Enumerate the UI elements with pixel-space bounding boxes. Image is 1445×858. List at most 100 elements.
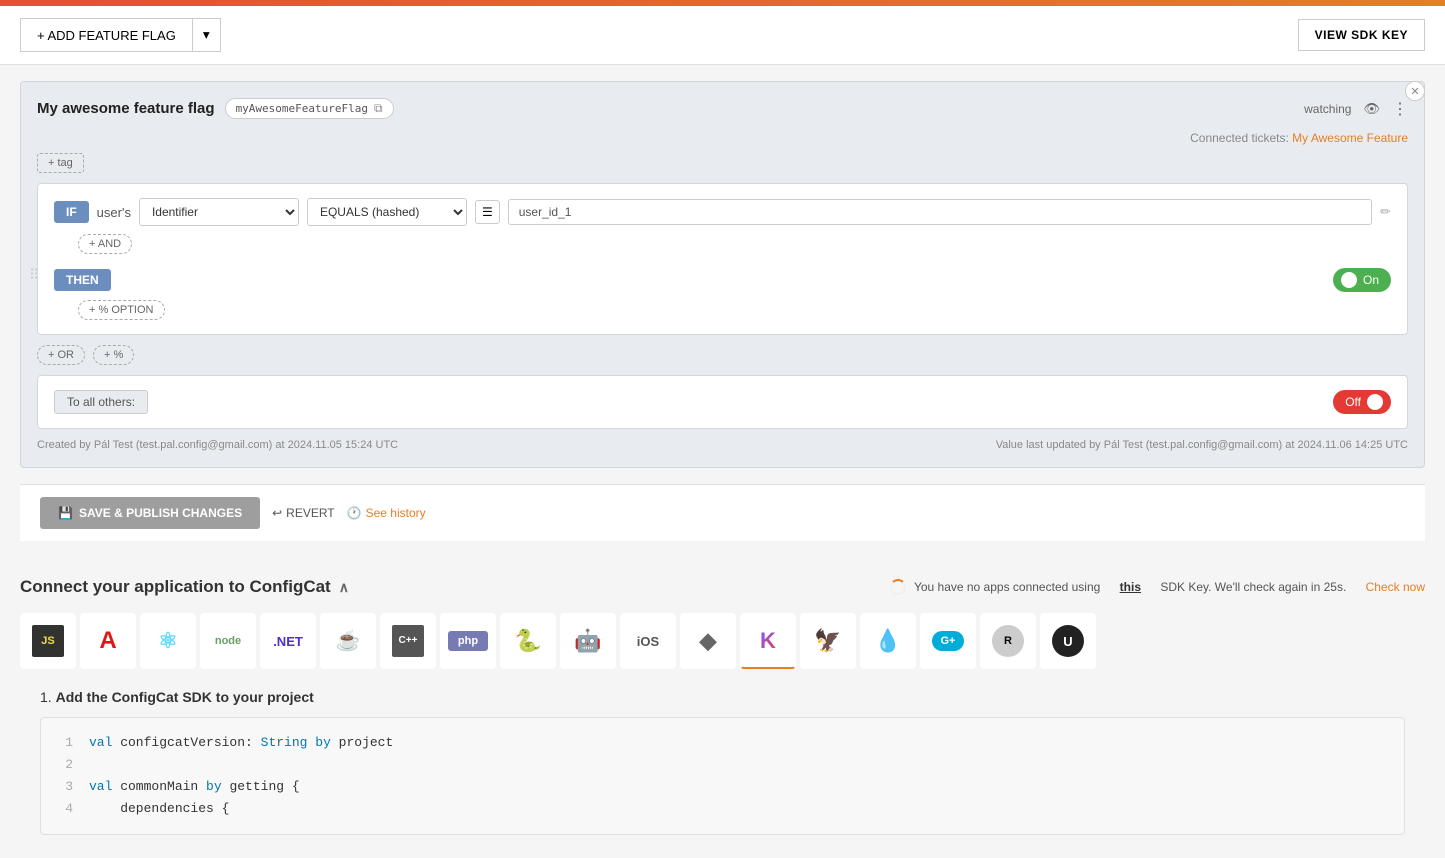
sdk-tab-dart[interactable]: ◆ xyxy=(680,613,736,669)
connected-tickets: Connected tickets: My Awesome Feature xyxy=(37,131,1408,145)
sdk-key-link[interactable]: this xyxy=(1120,580,1141,594)
sdk-tab-ios[interactable]: iOS xyxy=(620,613,676,669)
list-icon-button[interactable]: ☰ xyxy=(475,200,500,224)
revert-button[interactable]: ↩ REVERT xyxy=(272,506,335,520)
others-block: To all others: Off xyxy=(37,375,1408,429)
sdk-tab-android[interactable]: 🤖 xyxy=(560,613,616,669)
if-badge: IF xyxy=(54,201,89,223)
more-options-icon[interactable]: ⋮ xyxy=(1392,99,1408,119)
php-icon: php xyxy=(448,631,488,651)
code-line: 2 xyxy=(57,754,1388,776)
add-tag-button[interactable]: + tag xyxy=(37,153,84,173)
add-flag-button[interactable]: + ADD FEATURE FLAG xyxy=(20,18,193,52)
java-icon: ☕ xyxy=(336,631,361,651)
check-now-link[interactable]: Check now xyxy=(1366,580,1425,594)
sdk-tab-react[interactable]: ⚛ xyxy=(140,613,196,669)
add-or-button[interactable]: + OR xyxy=(37,345,85,365)
rule-row: IF user's Identifier EQUALS (hashed) ☰ ✏ xyxy=(54,198,1391,226)
swift-icon: 🦅 xyxy=(814,630,841,652)
drag-handle[interactable]: ⠿ xyxy=(29,266,39,283)
connect-section: Connect your application to ConfigCat ∧ … xyxy=(0,557,1445,835)
cpp-icon: C++ xyxy=(392,625,424,657)
dotnet-icon: .NET xyxy=(273,635,303,648)
flag-header: My awesome feature flag myAwesomeFeature… xyxy=(37,98,1408,119)
sdk-tab-dotnet[interactable]: .NET xyxy=(260,613,316,669)
history-icon: 🕐 xyxy=(347,506,362,520)
sdk-tab-elixir[interactable]: 💧 xyxy=(860,613,916,669)
then-block: THEN On + % OPTION xyxy=(54,268,1391,320)
sdk-tab-angular[interactable]: A xyxy=(80,613,136,669)
collapse-icon[interactable]: ∧ xyxy=(339,579,349,596)
sdk-tab-kotlin[interactable]: K xyxy=(740,613,796,669)
edit-icon[interactable]: ✏ xyxy=(1380,204,1391,220)
react-icon: ⚛ xyxy=(158,630,178,652)
eye-icon[interactable]: 👁 xyxy=(1363,101,1380,117)
step-section: 1. Add the ConfigCat SDK to your project… xyxy=(20,689,1425,835)
action-bar: 💾 SAVE & PUBLISH CHANGES ↩ REVERT 🕐 See … xyxy=(20,484,1425,541)
chevron-down-icon: ▾ xyxy=(203,27,210,42)
connect-title: Connect your application to ConfigCat ∧ xyxy=(20,577,349,597)
status-spinner xyxy=(890,579,906,595)
connect-status: You have no apps connected using this SD… xyxy=(890,579,1425,595)
revert-icon: ↩ xyxy=(272,506,282,520)
flag-card: ⠿ My awesome feature flag myAwesomeFeatu… xyxy=(20,81,1425,468)
code-line: 3 val commonMain by getting { xyxy=(57,776,1388,798)
sdk-tab-unreal[interactable]: U xyxy=(1040,613,1096,669)
go-icon: G+ xyxy=(932,631,964,651)
then-badge: THEN xyxy=(54,269,111,291)
android-icon: 🤖 xyxy=(574,630,601,652)
add-option-button[interactable]: + % OPTION xyxy=(78,300,165,320)
save-publish-button[interactable]: 💾 SAVE & PUBLISH CHANGES xyxy=(40,497,260,529)
flag-footer: Created by Pál Test (test.pal.config@gma… xyxy=(37,439,1408,451)
sdk-tabs: JS A ⚛ node .NET ☕ C++ php 🐍 xyxy=(20,613,1425,669)
code-line: 4 dependencies { xyxy=(57,798,1388,820)
angular-icon: A xyxy=(99,629,116,653)
add-and-button[interactable]: + AND xyxy=(78,234,132,254)
ios-icon: iOS xyxy=(637,635,659,648)
add-percent-button[interactable]: + % xyxy=(93,345,134,365)
flag-header-right: watching 👁 ⋮ xyxy=(1304,99,1408,119)
kotlin-icon: K xyxy=(760,630,776,652)
js-icon: JS xyxy=(32,625,64,657)
comparator-select[interactable]: EQUALS (hashed) xyxy=(307,198,467,226)
sdk-tab-cpp[interactable]: C++ xyxy=(380,613,436,669)
main-content: ⠿ My awesome feature flag myAwesomeFeatu… xyxy=(0,65,1445,557)
watching-label: watching xyxy=(1304,102,1351,116)
toggle-off[interactable]: Off xyxy=(1333,390,1391,414)
add-flag-dropdown-button[interactable]: ▾ xyxy=(193,18,221,52)
view-sdk-key-button[interactable]: VIEW SDK KEY xyxy=(1298,19,1425,51)
identifier-select[interactable]: Identifier xyxy=(139,198,299,226)
close-button[interactable]: ✕ xyxy=(1405,81,1425,101)
toggle-on[interactable]: On xyxy=(1333,268,1391,292)
dart-icon: ◆ xyxy=(700,630,717,652)
sdk-tab-php[interactable]: php xyxy=(440,613,496,669)
copy-icon[interactable]: ⧉ xyxy=(374,101,383,116)
sdk-tab-java[interactable]: ☕ xyxy=(320,613,376,669)
sdk-tab-python[interactable]: 🐍 xyxy=(500,613,556,669)
sdk-tab-node[interactable]: node xyxy=(200,613,256,669)
user-label: user's xyxy=(97,205,131,220)
then-row: THEN On xyxy=(54,268,1391,292)
connect-header: Connect your application to ConfigCat ∧ … xyxy=(20,577,1425,597)
code-block: 1 val configcatVersion: String by projec… xyxy=(40,717,1405,835)
python-icon: 🐍 xyxy=(514,630,541,652)
sdk-tab-go[interactable]: G+ xyxy=(920,613,976,669)
and-row: + AND xyxy=(54,226,1391,254)
option-row: + % OPTION xyxy=(54,292,1391,320)
code-line: 1 val configcatVersion: String by projec… xyxy=(57,732,1388,754)
toggle-circle xyxy=(1341,272,1357,288)
sdk-tab-rust[interactable]: R xyxy=(980,613,1036,669)
connected-ticket-link[interactable]: My Awesome Feature xyxy=(1292,131,1408,145)
see-history-button[interactable]: 🕐 See history xyxy=(347,506,426,520)
sdk-tab-swift[interactable]: 🦅 xyxy=(800,613,856,669)
flag-title: My awesome feature flag xyxy=(37,100,215,117)
rule-block: IF user's Identifier EQUALS (hashed) ☰ ✏… xyxy=(37,183,1408,335)
add-flag-label: + ADD FEATURE FLAG xyxy=(37,28,176,43)
toggle-circle-off xyxy=(1367,394,1383,410)
save-icon: 💾 xyxy=(58,506,73,520)
step-title: 1. Add the ConfigCat SDK to your project xyxy=(40,689,1405,705)
sdk-tab-js[interactable]: JS xyxy=(20,613,76,669)
flag-key-badge: myAwesomeFeatureFlag ⧉ xyxy=(225,98,394,119)
others-label: To all others: xyxy=(54,390,148,414)
rule-value-input[interactable] xyxy=(508,199,1372,225)
